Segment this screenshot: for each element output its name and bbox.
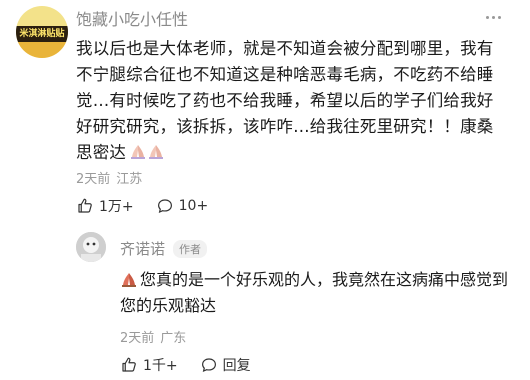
comment-bubble-icon (201, 358, 216, 373)
reply-like-count: 1千+ (143, 358, 178, 374)
thumbs-up-icon (122, 357, 136, 372)
reply-actions: 1千+ 回复 (120, 355, 273, 375)
like-count: 1万+ (99, 199, 134, 215)
folded-hands-icon (120, 270, 138, 294)
comment-username[interactable]: 饱藏小吃小任性 (76, 6, 188, 30)
reply-username[interactable]: 齐诺诺 (120, 240, 165, 258)
folded-hands-icon (130, 141, 166, 167)
comment-meta: 2天前 江苏 (76, 168, 142, 187)
reply-like-button[interactable]: 1千+ (120, 355, 178, 375)
comment-time: 2天前 (76, 172, 111, 187)
comment-text: 我以后也是大体老师，就是不知道会被分配到哪里，我有不宁腿综合征也不知道这是种啥恶… (76, 36, 508, 167)
reply-location: 广东 (160, 331, 187, 346)
reply-text: 您真的是一个好乐观的人，我竟然在这病痛中感觉到您的乐观豁达 (120, 270, 509, 315)
reply-label: 回复 (222, 358, 251, 374)
like-button[interactable]: 1万+ (76, 196, 134, 216)
reply-count: 10+ (178, 198, 209, 214)
author-badge: 作者 (173, 240, 208, 258)
reply-count-button[interactable]: 10+ (156, 197, 209, 215)
reply-button[interactable]: 回复 (200, 355, 251, 375)
reply-username-row: 齐诺诺 作者 (120, 238, 208, 259)
reply-time: 2天前 (120, 331, 155, 346)
avatar[interactable]: 米淇淋贴贴 (16, 6, 68, 58)
more-icon[interactable] (486, 10, 506, 24)
comment-actions: 1万+ 10+ (76, 196, 230, 216)
comment-location: 江苏 (116, 172, 143, 187)
avatar-text: 米淇淋贴贴 (16, 26, 68, 42)
comment-bubble-icon (157, 199, 172, 214)
thumbs-up-icon (78, 198, 92, 213)
reply-meta: 2天前 广东 (120, 327, 186, 346)
reply-avatar[interactable] (76, 232, 106, 262)
